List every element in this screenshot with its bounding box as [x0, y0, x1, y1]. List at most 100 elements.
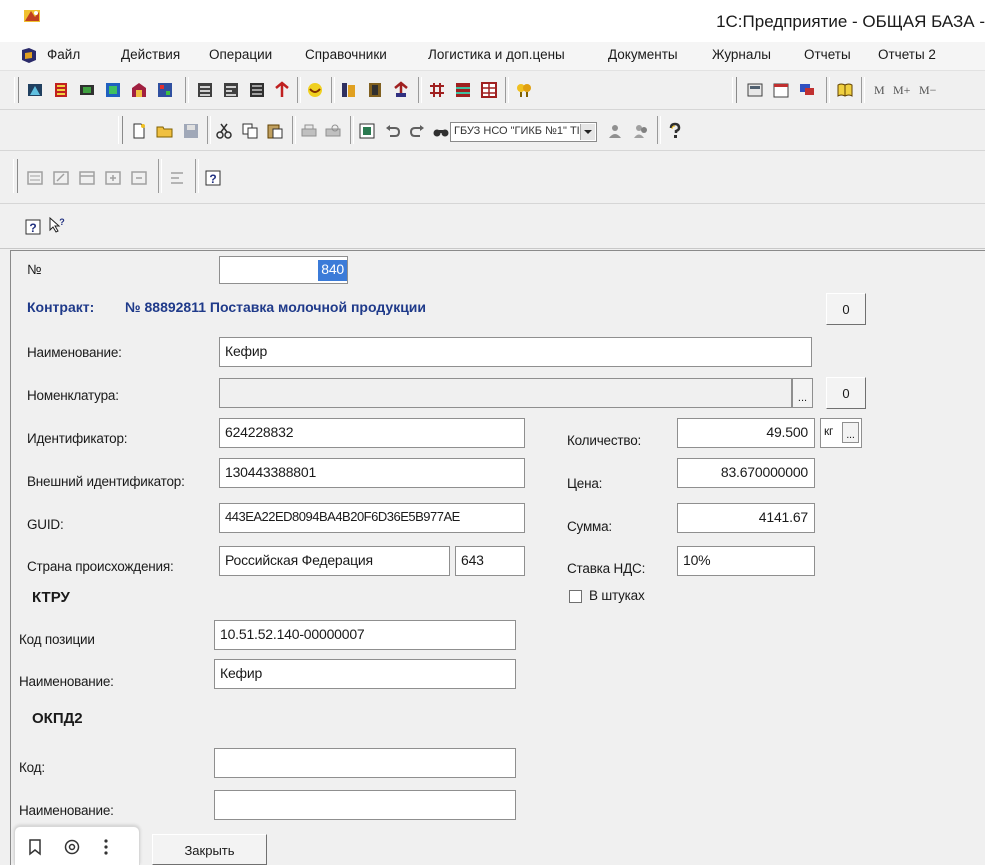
- whats-this-pointer-icon[interactable]: ?: [48, 216, 66, 234]
- tool-icon[interactable]: [273, 81, 291, 99]
- tool-icon[interactable]: [428, 81, 446, 99]
- tool-icon[interactable]: [366, 81, 384, 99]
- close-button[interactable]: Закрыть: [152, 834, 267, 865]
- svg-text:?: ?: [29, 221, 36, 235]
- tool-icon[interactable]: [306, 81, 324, 99]
- nomenclature-select-button[interactable]: ...: [792, 378, 813, 408]
- price-label: Цена:: [567, 476, 603, 491]
- nomenclature-input[interactable]: [219, 378, 792, 408]
- title-bar: 1С:Предприятие - ОБЩАЯ БАЗА -: [0, 0, 985, 42]
- tool-icon[interactable]: [248, 81, 266, 99]
- tool-icon[interactable]: [78, 81, 96, 99]
- ktru-name-input[interactable]: Кефир: [214, 659, 516, 689]
- menu-operations[interactable]: Операции: [209, 47, 272, 62]
- guid-input[interactable]: 443EA22ED8094BA4B20F6D36E5B977AE: [219, 503, 525, 533]
- help-icon[interactable]: ?: [24, 218, 42, 236]
- nomenclature-label: Номенклатура:: [27, 388, 119, 403]
- quantity-label: Количество:: [567, 433, 642, 448]
- redo-icon[interactable]: [408, 122, 426, 140]
- in-pieces-checkbox[interactable]: [569, 590, 582, 603]
- menu-reference[interactable]: Справочники: [305, 47, 387, 62]
- disabled-tool-icon: [53, 171, 69, 185]
- memory-m-button[interactable]: M: [874, 83, 885, 98]
- vat-input[interactable]: 10%: [677, 546, 815, 576]
- chevron-down-icon[interactable]: [580, 124, 595, 140]
- name-input[interactable]: Кефир: [219, 337, 812, 367]
- menu-actions[interactable]: Действия: [121, 47, 180, 62]
- help-icon[interactable]: ?: [204, 169, 222, 187]
- ktru-code-input[interactable]: 10.51.52.140-00000007: [214, 620, 516, 650]
- menu-logistics[interactable]: Логистика и доп.цены: [428, 47, 565, 62]
- ext-identifier-input[interactable]: 130443388801: [219, 458, 525, 488]
- user-icon[interactable]: [606, 122, 624, 140]
- menu-reports[interactable]: Отчеты: [804, 47, 851, 62]
- app-logo-icon: [24, 10, 40, 22]
- disabled-tool-icon: [105, 171, 121, 185]
- window-title: 1С:Предприятие - ОБЩАЯ БАЗА -: [716, 12, 985, 31]
- help-context-icon[interactable]: [358, 122, 376, 140]
- country-input[interactable]: Российская Федерация: [219, 546, 450, 576]
- print-preview-icon[interactable]: [324, 122, 342, 140]
- okpd2-heading: ОКПД2: [32, 710, 83, 727]
- toolbar-grip: [14, 77, 19, 103]
- menu-documents[interactable]: Документы: [608, 47, 678, 62]
- unit-input[interactable]: кг ...: [820, 418, 862, 448]
- calculator-icon[interactable]: [746, 81, 764, 99]
- toolbar-standard: ГБУЗ НСО "ГИКБ №1" ТI: [0, 110, 985, 151]
- cut-icon[interactable]: [215, 122, 233, 140]
- print-icon[interactable]: [300, 122, 318, 140]
- nomenclature-zero-button[interactable]: 0: [826, 377, 866, 409]
- organization-select[interactable]: ГБУЗ НСО "ГИКБ №1" ТI: [450, 122, 597, 142]
- identifier-input[interactable]: 624228832: [219, 418, 525, 448]
- find-icon[interactable]: [432, 122, 450, 140]
- quantity-input[interactable]: 49.500: [677, 418, 815, 448]
- users-icon[interactable]: [632, 122, 650, 140]
- copy-icon[interactable]: [241, 122, 259, 140]
- tool-icon[interactable]: [340, 81, 358, 99]
- open-folder-icon[interactable]: [156, 122, 174, 140]
- unit-select-button[interactable]: ...: [842, 422, 859, 443]
- tool-icon[interactable]: [156, 81, 174, 99]
- country-code-input[interactable]: 643: [455, 546, 525, 576]
- menu-file[interactable]: Файл: [47, 47, 80, 62]
- tool-icon[interactable]: [515, 81, 533, 99]
- help-question-icon[interactable]: [666, 122, 684, 140]
- menu-bar: Файл Действия Операции Справочники Логис…: [0, 42, 985, 71]
- menu-reports-2[interactable]: Отчеты 2: [878, 47, 936, 62]
- ext-identifier-label: Внешний идентификатор:: [27, 474, 185, 489]
- tool-icon[interactable]: [104, 81, 122, 99]
- tool-icon[interactable]: [222, 81, 240, 99]
- ktru-name-label: Наименование:: [19, 674, 114, 689]
- tool-icon[interactable]: [26, 81, 44, 99]
- chat-icon[interactable]: [798, 81, 816, 99]
- sum-input[interactable]: 4141.67: [677, 503, 815, 533]
- price-input[interactable]: 83.670000000: [677, 458, 815, 488]
- okpd2-code-input[interactable]: [214, 748, 516, 778]
- calendar-icon[interactable]: [772, 81, 790, 99]
- identifier-label: Идентификатор:: [27, 431, 128, 446]
- number-label: №: [27, 262, 42, 277]
- tool-icon[interactable]: [454, 81, 472, 99]
- contract-value: № 88892811 Поставка молочной продукции: [125, 299, 427, 315]
- svg-text:?: ?: [59, 217, 65, 227]
- screenshot-lens-icon[interactable]: [63, 838, 81, 856]
- tool-icon[interactable]: [392, 81, 410, 99]
- tool-icon[interactable]: [130, 81, 148, 99]
- menu-journals[interactable]: Журналы: [712, 47, 771, 62]
- number-input[interactable]: 840: [219, 256, 348, 284]
- new-document-icon[interactable]: [130, 122, 148, 140]
- memory-m-minus-button[interactable]: M−: [919, 83, 936, 98]
- undo-icon[interactable]: [384, 122, 402, 140]
- tool-icon[interactable]: [196, 81, 214, 99]
- okpd2-name-input[interactable]: [214, 790, 516, 820]
- save-icon[interactable]: [182, 122, 200, 140]
- book-icon[interactable]: [836, 81, 854, 99]
- tool-icon[interactable]: [52, 81, 70, 99]
- more-options-icon[interactable]: [101, 838, 111, 856]
- bookmark-icon[interactable]: [27, 838, 43, 856]
- tool-icon[interactable]: [480, 81, 498, 99]
- paste-icon[interactable]: [266, 122, 284, 140]
- memory-m-plus-button[interactable]: M+: [893, 83, 910, 98]
- contract-zero-button[interactable]: 0: [826, 293, 866, 325]
- in-pieces-label: В штуках: [589, 588, 645, 603]
